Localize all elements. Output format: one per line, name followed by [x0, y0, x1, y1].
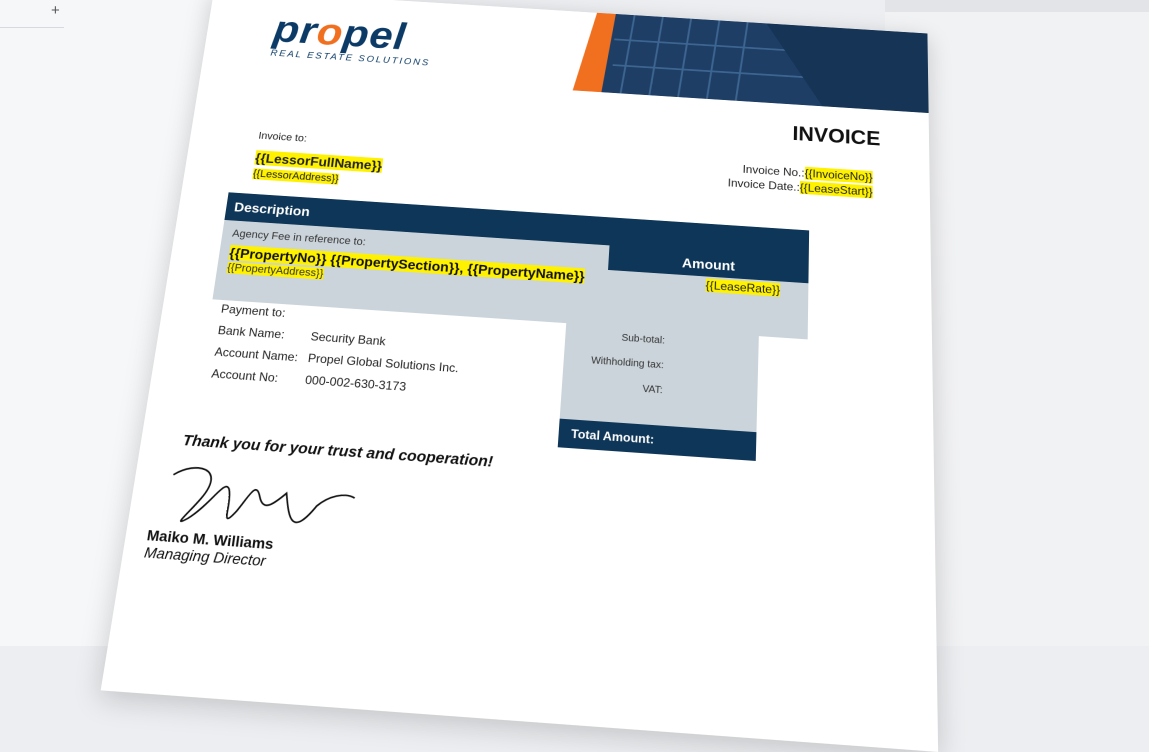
bank-name-value: Security Bank	[310, 330, 386, 349]
document-preview: propel REAL ESTATE SOLUTIONS INVOICE Inv…	[101, 0, 938, 752]
invoice-meta: Invoice No.:{{InvoiceNo}} Invoice Date.:…	[728, 161, 873, 200]
payment-block: Payment to: Bank Name: Security Bank Acco…	[209, 302, 463, 405]
right-panel-topbar	[885, 0, 1149, 12]
account-number-value: 000-002-630-3173	[304, 373, 406, 394]
bill-to-block: Invoice to: {{LessorFullName}} {{LessorA…	[252, 131, 385, 188]
add-tab-button[interactable]: +	[51, 2, 60, 19]
account-name-value: Propel Global Solutions Inc.	[307, 351, 459, 375]
bill-to-label: Invoice to:	[258, 131, 385, 150]
invoice-page: propel REAL ESTATE SOLUTIONS INVOICE Inv…	[101, 0, 938, 752]
tab-divider	[0, 27, 64, 28]
payment-label: Payment to:	[220, 302, 286, 320]
vat-label: VAT:	[574, 379, 663, 396]
totals-block: Sub-total: Withholding tax: VAT: Total A…	[558, 319, 759, 461]
withholding-label: Withholding tax:	[576, 354, 664, 371]
subtotal-label: Sub-total:	[577, 330, 665, 347]
invoice-date-field: {{LeaseStart}}	[800, 181, 873, 199]
header-banner-image	[573, 12, 929, 113]
brand-logo: propel REAL ESTATE SOLUTIONS	[270, 8, 435, 68]
invoice-title: INVOICE	[792, 122, 880, 151]
